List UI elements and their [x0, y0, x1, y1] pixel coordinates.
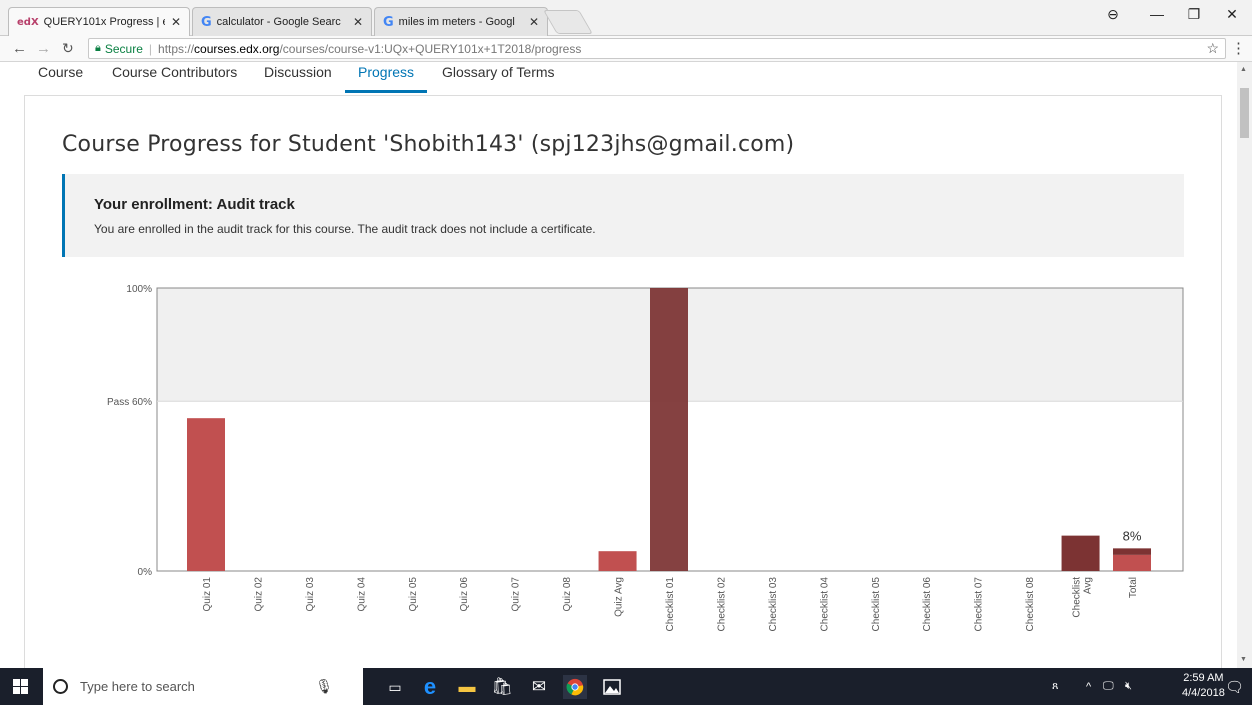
- forward-icon[interactable]: →: [36, 40, 51, 57]
- enrollment-title: Your enrollment: Audit track: [94, 196, 295, 213]
- google-favicon-icon: G: [201, 14, 212, 30]
- taskbar-search[interactable]: Type here to search 🎙︎: [43, 668, 363, 705]
- file-explorer-icon[interactable]: ▬: [455, 675, 479, 699]
- minimize-icon[interactable]: —: [1138, 0, 1176, 28]
- bookmark-star-icon[interactable]: ☆: [1206, 40, 1219, 57]
- url-host: courses.edx.org: [194, 41, 280, 56]
- task-view-icon[interactable]: ▭: [383, 675, 407, 699]
- reload-icon[interactable]: ↻: [62, 40, 74, 57]
- page-title: Course Progress for Student 'Shobith143'…: [62, 132, 795, 157]
- nav-course[interactable]: Course: [38, 64, 83, 80]
- clock-date: 4/4/2018: [1182, 687, 1225, 699]
- tab-edx-progress[interactable]: edX QUERY101x Progress | ec ✕: [8, 7, 190, 36]
- secure-label: Secure: [104, 41, 143, 56]
- tab-title: calculator - Google Searc: [216, 16, 341, 28]
- scroll-thumb[interactable]: [1240, 88, 1249, 138]
- enrollment-text: You are enrolled in the audit track for …: [94, 222, 596, 236]
- scroll-up-icon[interactable]: ▲: [1240, 66, 1247, 73]
- edx-favicon-icon: edX: [17, 16, 39, 28]
- close-tab-icon[interactable]: ✕: [353, 15, 363, 29]
- new-tab-button[interactable]: [543, 10, 593, 34]
- microphone-icon[interactable]: 🎙︎: [315, 678, 333, 695]
- taskbar-search-placeholder: Type here to search: [80, 679, 195, 694]
- photos-icon[interactable]: [600, 675, 624, 699]
- google-favicon-icon: G: [383, 14, 394, 30]
- tab-miles-meters[interactable]: G miles im meters - Googl ✕: [374, 7, 548, 36]
- close-tab-icon[interactable]: ✕: [529, 15, 539, 29]
- tray-chevron-icon[interactable]: ^: [1086, 668, 1091, 705]
- divider: |: [148, 41, 153, 56]
- action-center-icon[interactable]: 🗨︎: [1225, 668, 1244, 705]
- windows-start-icon[interactable]: [13, 679, 29, 695]
- page-scrollbar[interactable]: ▲ ▼: [1237, 62, 1252, 668]
- page-viewport: Course Course Contributors Discussion Pr…: [0, 62, 1237, 668]
- clock-time: 2:59 AM: [1183, 672, 1224, 684]
- cortana-icon: [53, 679, 68, 694]
- restore-icon[interactable]: ❐: [1175, 0, 1213, 28]
- network-icon[interactable]: 🖵︎: [1103, 668, 1114, 705]
- back-icon[interactable]: ←: [12, 40, 27, 57]
- system-clock[interactable]: 2:59 AM 4/4/2018: [1182, 671, 1225, 701]
- nav-course-contributors[interactable]: Course Contributors: [112, 64, 237, 80]
- url-scheme: https://: [158, 41, 195, 56]
- volume-muted-icon[interactable]: 🔇︎: [1125, 668, 1132, 705]
- enrollment-notice: Your enrollment: Audit track You are enr…: [62, 174, 1184, 257]
- course-nav: Course Course Contributors Discussion Pr…: [0, 62, 1237, 96]
- lock-icon: 🔒︎: [95, 42, 101, 54]
- tab-title: QUERY101x Progress | ec: [43, 16, 165, 28]
- url-field[interactable]: 🔒︎ Secure | https:// courses.edx.org /co…: [88, 38, 1226, 59]
- edge-icon[interactable]: e: [418, 674, 442, 699]
- nav-discussion[interactable]: Discussion: [264, 64, 332, 80]
- scroll-down-icon[interactable]: ▼: [1240, 656, 1247, 663]
- tab-title: miles im meters - Googl: [398, 16, 515, 28]
- people-icon[interactable]: ጸ: [1052, 668, 1058, 705]
- browser-tab-strip: edX QUERY101x Progress | ec ✕ G calculat…: [0, 0, 1252, 36]
- mail-icon[interactable]: ✉: [527, 675, 551, 699]
- close-tab-icon[interactable]: ✕: [171, 15, 181, 29]
- store-icon[interactable]: 🛍︎: [490, 675, 514, 699]
- nav-glossary[interactable]: Glossary of Terms: [442, 64, 555, 80]
- address-bar-row: ← → ↻ 🔒︎ Secure | https:// courses.edx.o…: [0, 36, 1252, 62]
- nav-progress[interactable]: Progress: [345, 64, 428, 93]
- windows-taskbar: Type here to search 🎙︎ ▭ e ▬ 🛍︎ ✉ ጸ ^ 🖵︎…: [0, 668, 1252, 705]
- url-path: /courses/course-v1:UQx+QUERY101x+1T2018/…: [279, 41, 582, 56]
- tab-calculator[interactable]: G calculator - Google Searc ✕: [192, 7, 372, 36]
- close-window-icon[interactable]: ✕: [1213, 0, 1251, 28]
- chrome-icon[interactable]: [563, 675, 587, 699]
- profile-icon[interactable]: ⊖: [1094, 0, 1132, 28]
- browser-menu-icon[interactable]: ⋮: [1231, 39, 1246, 57]
